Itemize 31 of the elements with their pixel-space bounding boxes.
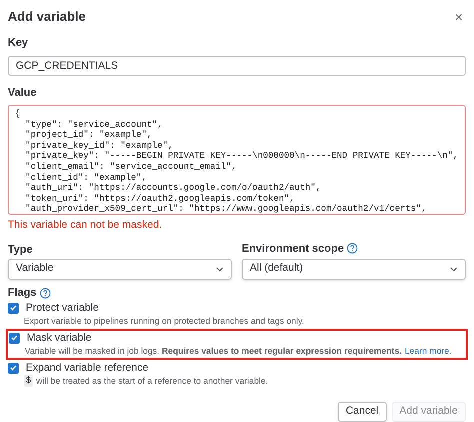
flag-description: Export variable to pipelines running on protected branches and tags only. bbox=[24, 314, 304, 327]
checkbox-label[interactable]: Expand variable reference bbox=[26, 362, 149, 375]
checkbox-label[interactable]: Protect variable bbox=[26, 302, 99, 315]
checkmark-icon bbox=[11, 335, 18, 342]
cancel-button[interactable]: Cancel bbox=[338, 402, 387, 422]
close-button[interactable]: × bbox=[454, 6, 466, 28]
code-chip: $ bbox=[24, 374, 34, 387]
field-label: Environment scope bbox=[242, 242, 344, 256]
error-message: This variable can not be masked. bbox=[8, 218, 164, 233]
field-label: Flags bbox=[8, 286, 37, 300]
value-field[interactable]: { "type": "service_account", "project_id": "example", "private_key_id": "example", "private_key": "-----BEGIN PRIVATE KEY-----\n000000\n-----END PRIVATE KEY-----\n", "client_email": "service_account_email", "client_id": "example", "auth_uri": "https://accounts.google.com/o/oauth2/auth", "token_uri": "https://oauth2.googleapis.com/token", "auth_provider_x509_cert_url": "https://www.googleapis.com/oauth2/v1/certs", bbox=[8, 105, 466, 215]
help-icon[interactable] bbox=[347, 243, 358, 254]
help-icon[interactable] bbox=[40, 288, 51, 299]
checkmark-icon bbox=[10, 365, 17, 372]
checkmark-icon bbox=[10, 305, 17, 312]
field-label: Type bbox=[8, 242, 34, 256]
environment-scope-dropdown[interactable]: All (default) bbox=[242, 258, 466, 280]
field-label: Value bbox=[8, 86, 38, 100]
learn-more-link[interactable]: Learn more. bbox=[404, 344, 452, 357]
key-field[interactable]: GCP_CREDENTIALS bbox=[8, 56, 466, 76]
checkbox[interactable] bbox=[9, 332, 20, 344]
flag-description: will be treated as the start of a reference to another variable. bbox=[36, 374, 268, 387]
flag-description: Variable will be masked in job logs. Requires values to meet regular expression requirements. bbox=[25, 344, 402, 357]
field-label: Key bbox=[8, 36, 30, 51]
checkbox-label[interactable]: Mask variable bbox=[27, 332, 92, 345]
chevron-down-icon bbox=[216, 266, 224, 272]
type-dropdown[interactable]: Variable bbox=[8, 258, 232, 280]
checkbox[interactable] bbox=[8, 362, 19, 374]
dialog-title: Add variable bbox=[8, 8, 86, 26]
chevron-down-icon bbox=[450, 266, 458, 272]
checkbox[interactable] bbox=[8, 302, 19, 314]
